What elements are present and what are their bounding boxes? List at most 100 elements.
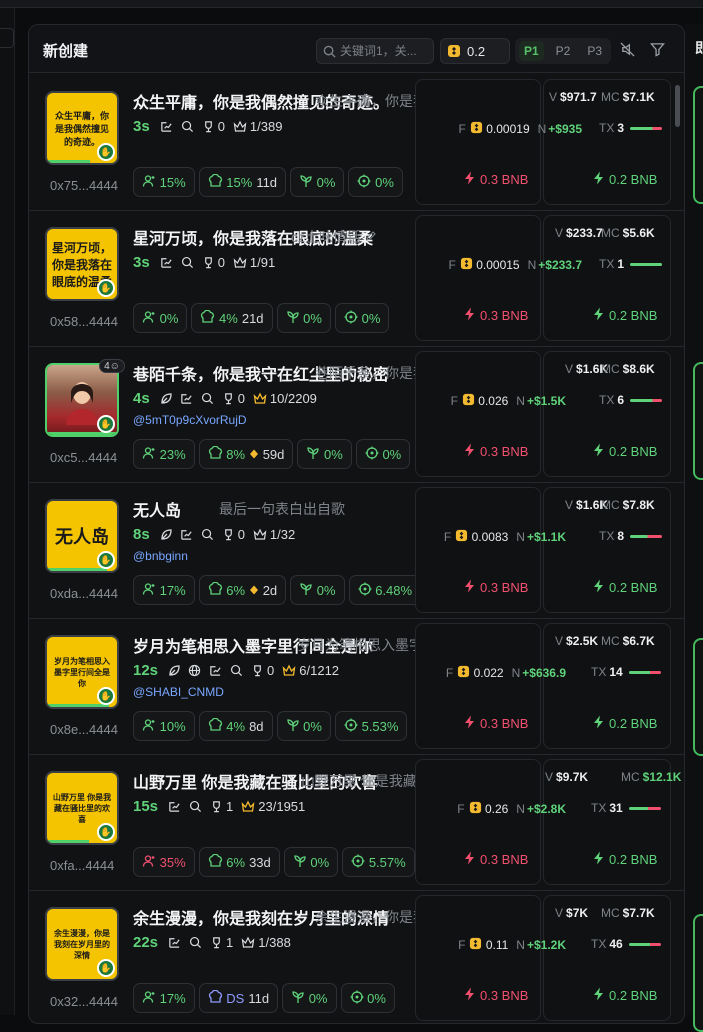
insiders-chip[interactable]: 0%	[334, 303, 390, 333]
token-row[interactable]: 岁月为笔相思入墨字里行间全是你 ✋ 0x8e...4444 岁月为笔相思入墨字里…	[29, 617, 684, 755]
token-avatar[interactable]: 众生平庸，你是我偶然撞见的奇迹。 ✋	[45, 91, 119, 165]
snipers-chip[interactable]: 0%	[276, 711, 331, 741]
search-icon[interactable]	[189, 936, 202, 949]
top10-chip[interactable]: 15%	[133, 167, 195, 197]
contract-address[interactable]: 0x8e...4444	[50, 722, 118, 737]
contract-address[interactable]: 0xc5...4444	[50, 450, 117, 465]
dev-chip[interactable]: 4% 8d	[198, 711, 273, 741]
chart-icon[interactable]	[168, 936, 181, 949]
snipers-chip[interactable]: 0%	[290, 167, 345, 197]
dev-age: 2d	[262, 582, 278, 598]
snipers-chip[interactable]: 0%	[276, 303, 331, 333]
buy-button[interactable]: 0.2 BNB	[593, 851, 657, 868]
sell-button[interactable]: 0.3 BNB	[464, 851, 528, 868]
top10-chip[interactable]: 17%	[133, 983, 195, 1013]
search-icon[interactable]	[181, 120, 194, 133]
creator-handle[interactable]: @5mT0p9cXvorRujD	[133, 413, 247, 427]
tab-p2[interactable]: P2	[551, 41, 576, 61]
buy-button[interactable]: 0.2 BNB	[593, 579, 657, 596]
sell-button[interactable]: 0.3 BNB	[464, 307, 528, 324]
contract-address[interactable]: 0x32...4444	[50, 994, 118, 1009]
snipers-chip[interactable]: 0%	[290, 575, 345, 605]
insiders-chip[interactable]: 0%	[340, 983, 395, 1013]
comment-count: 0	[237, 527, 245, 542]
top10-chip[interactable]: 23%	[133, 439, 195, 469]
sell-button[interactable]: 0.3 BNB	[464, 987, 528, 1004]
token-avatar[interactable]: 星河万顷，你是我落在眼底的温柔 ✋	[45, 227, 119, 301]
chart-icon[interactable]	[209, 664, 222, 677]
dev-chip[interactable]: 6% 2d	[198, 575, 287, 605]
search-icon[interactable]	[181, 256, 194, 269]
creator-handle[interactable]: @SHABI_CNMD	[133, 685, 224, 699]
sell-button[interactable]: 0.3 BNB	[464, 171, 528, 188]
dev-chip[interactable]: 4% 21d	[191, 303, 273, 333]
keyword-search-input[interactable]	[340, 44, 430, 58]
filter-icon[interactable]	[650, 42, 665, 57]
top10-chip[interactable]: 35%	[133, 847, 195, 877]
token-name[interactable]: 无人岛	[133, 497, 181, 521]
tab-p1[interactable]: P1	[519, 41, 544, 61]
tab-p3[interactable]: P3	[582, 41, 607, 61]
snipers-chip[interactable]: 0%	[282, 983, 337, 1013]
token-avatar[interactable]: 山野万里 你是我藏在骚比里的欢喜 ✋	[45, 771, 119, 845]
token-row[interactable]: 无人岛 ✋ 0xda...4444 无人岛 最后一句表白出自歌曲《无人岛》 8s…	[29, 481, 684, 619]
sell-button[interactable]: 0.3 BNB	[464, 443, 528, 460]
buy-button[interactable]: 0.2 BNB	[593, 171, 657, 188]
sell-button[interactable]: 0.3 BNB	[464, 579, 528, 596]
dev-chip[interactable]: 6% 33d	[198, 847, 280, 877]
token-avatar[interactable]: ✋	[45, 363, 119, 437]
snipers-chip[interactable]: 0%	[297, 439, 352, 469]
insiders-chip[interactable]: 5.53%	[334, 711, 408, 741]
contract-address[interactable]: 0xda...4444	[50, 586, 118, 601]
contract-address[interactable]: 0xfa...4444	[50, 858, 114, 873]
dev-chip[interactable]: DS 11d	[198, 983, 279, 1013]
search-icon[interactable]	[201, 392, 214, 405]
token-row[interactable]: 星河万顷，你是我落在眼底的温柔 ✋ 0x58...4444 星河万顷，你是我落在…	[29, 209, 684, 347]
creator-handle[interactable]: @bnbginn	[133, 549, 188, 563]
buy-button[interactable]: 0.2 BNB	[593, 307, 657, 324]
right-panel-title: 即	[695, 40, 703, 56]
top10-chip[interactable]: 17%	[133, 575, 195, 605]
quick-buy-amount[interactable]: 0.2	[440, 38, 510, 64]
chart-icon[interactable]	[180, 528, 193, 541]
insiders-chip[interactable]: 0%	[348, 167, 403, 197]
chart-icon[interactable]	[168, 800, 181, 813]
chart-icon[interactable]	[160, 256, 173, 269]
top10-chip[interactable]: 10%	[133, 711, 195, 741]
insiders-chip[interactable]: 5.57%	[342, 847, 415, 877]
contract-address[interactable]: 0x75...4444	[50, 178, 118, 193]
chart-icon[interactable]	[160, 120, 173, 133]
dev-chip[interactable]: 8% 59d	[198, 439, 294, 469]
buy-button[interactable]: 0.2 BNB	[593, 443, 657, 460]
token-avatar[interactable]: 无人岛 ✋	[45, 499, 119, 573]
left-sidebar-toggle[interactable]	[0, 28, 14, 48]
search-icon[interactable]	[230, 664, 243, 677]
insiders-chip[interactable]: 0%	[355, 439, 411, 469]
dev-chip[interactable]: 15% 11d	[198, 167, 287, 197]
buy-button[interactable]: 0.2 BNB	[593, 715, 657, 732]
edit-icon[interactable]	[365, 229, 377, 245]
mute-icon[interactable]	[620, 42, 635, 57]
token-row[interactable]: ✋ 4☺ 0xc5...4444 巷陌千条，你是我守在红尘里的秘密 巷陌千条，你…	[29, 345, 684, 483]
bolt-icon	[593, 579, 604, 596]
search-box[interactable]	[316, 38, 434, 64]
token-row[interactable]: 余生漫漫，你是我刻在岁月里的深情 ✋ 0x32...4444 余生漫漫，你是我刻…	[29, 889, 684, 1023]
insiders-chip[interactable]: 6.48%	[348, 575, 422, 605]
sell-amount: 0.3 BNB	[480, 580, 529, 595]
chef-hat-icon	[208, 853, 223, 871]
snipers-chip[interactable]: 0%	[283, 847, 339, 877]
token-avatar[interactable]: 余生漫漫，你是我刻在岁月里的深情 ✋	[45, 907, 119, 981]
search-icon[interactable]	[189, 800, 202, 813]
buy-button[interactable]: 0.2 BNB	[593, 987, 657, 1004]
globe-icon[interactable]	[188, 664, 201, 677]
bonding-progress-bar	[47, 160, 91, 163]
chart-icon[interactable]	[180, 392, 193, 405]
sell-button[interactable]: 0.3 BNB	[464, 715, 528, 732]
contract-address[interactable]: 0x58...4444	[50, 314, 118, 329]
token-avatar[interactable]: 岁月为笔相思入墨字里行间全是你 ✋	[45, 635, 119, 709]
token-row[interactable]: 众生平庸，你是我偶然撞见的奇迹。 ✋ 0x75...4444 众生平庸，你是我偶…	[29, 73, 684, 211]
search-icon[interactable]	[201, 528, 214, 541]
panel-title: 新创建	[43, 43, 89, 60]
top10-chip[interactable]: 0%	[133, 303, 188, 333]
token-row[interactable]: 山野万里 你是我藏在骚比里的欢喜 ✋ 0xfa...4444 山野万里 你是我藏…	[29, 753, 684, 891]
